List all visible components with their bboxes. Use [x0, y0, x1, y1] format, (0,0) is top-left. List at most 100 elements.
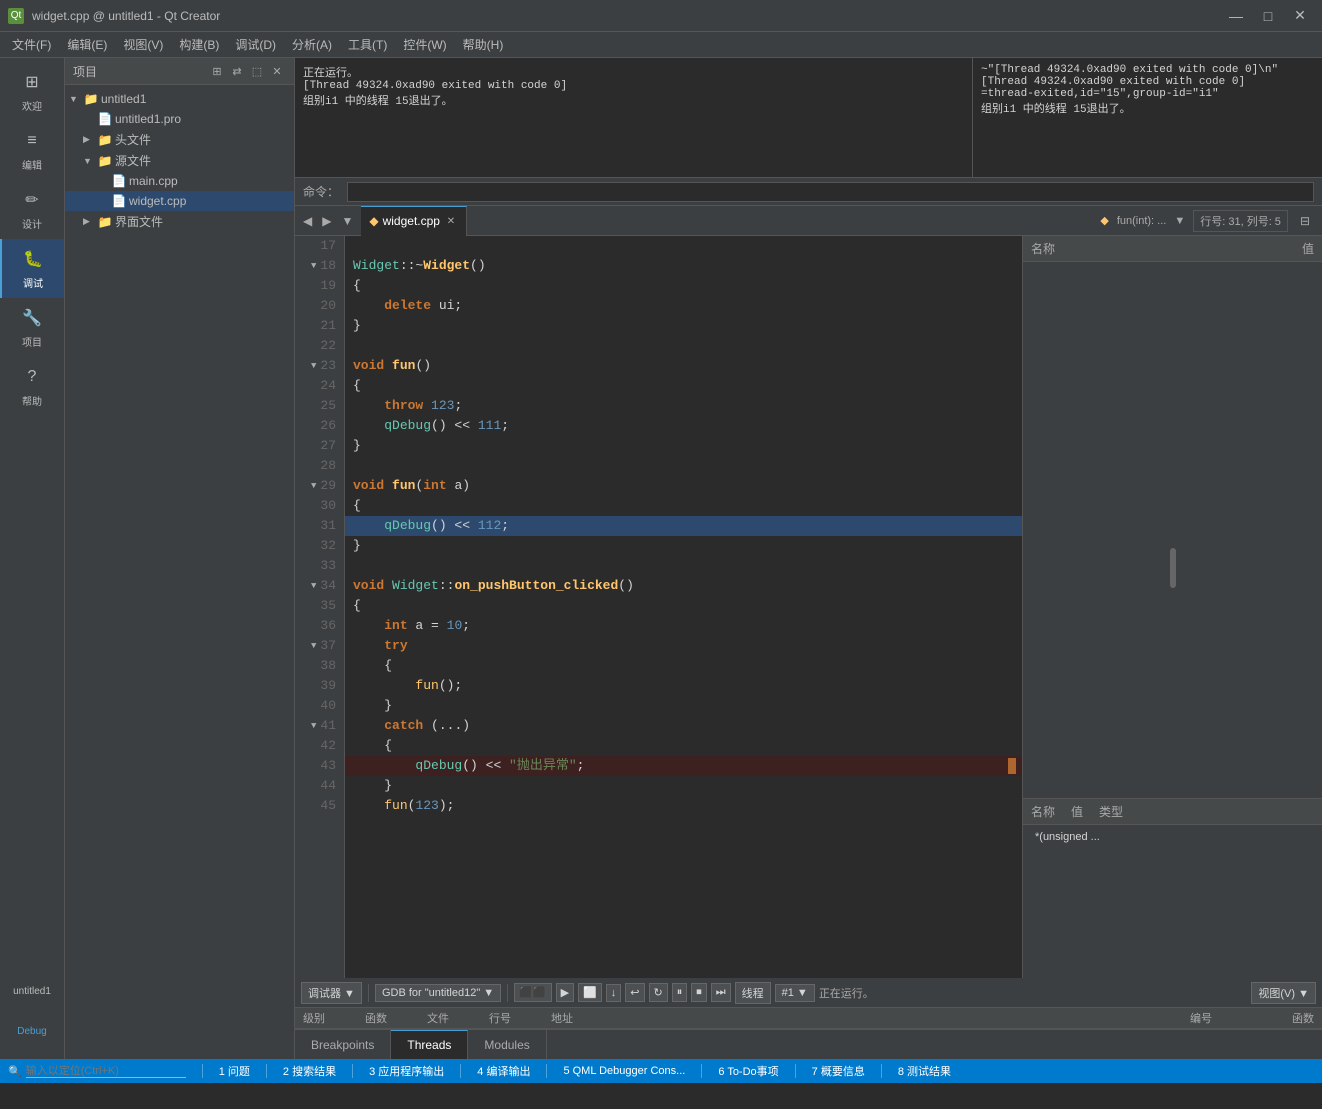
thread-selector[interactable]: #1 ▼: [775, 984, 815, 1002]
panel-filter-btn[interactable]: ⊞: [208, 62, 226, 80]
sidebar-item-welcome[interactable]: ⊞ 欢迎: [0, 62, 64, 121]
sidebar-item-edit[interactable]: ≡ 编辑: [0, 121, 64, 180]
code-line-22: [345, 336, 1022, 356]
breadcrumb-arrow: ▼: [1174, 215, 1185, 227]
debug-toolbar: 调试器 ▼ GDB for "untitled12" ▼ ⬛⬛ ▶ ⬜ ↓ ↩ …: [295, 978, 1322, 1008]
status-test-results[interactable]: 8 测试结果: [898, 1063, 951, 1079]
tree-item-headers[interactable]: ▶ 📁 头文件: [65, 129, 294, 150]
line-num-41: ▼41: [303, 716, 336, 736]
sidebar-item-help[interactable]: ? 帮助: [0, 357, 64, 416]
debugger-selector[interactable]: 调试器 ▼: [301, 982, 362, 1004]
line-num-32: 32: [303, 536, 336, 556]
sidebar-bottom-debug-mode[interactable]: Debug: [0, 1011, 64, 1051]
status-todo[interactable]: 6 To-Do事项: [718, 1063, 778, 1079]
code-editor: 17 ▼18 19 20 21 22 ▼23 24 25 26 27 28 ▼2…: [295, 236, 1022, 978]
tree-item-untitled1[interactable]: ▼ 📁 untitled1: [65, 89, 294, 109]
process-label[interactable]: 线程: [735, 982, 771, 1004]
tab-close-btn[interactable]: ✕: [444, 214, 458, 228]
split-editor-btn[interactable]: ⊟: [1296, 212, 1314, 230]
menu-build[interactable]: 构建(B): [171, 32, 227, 57]
maximize-button[interactable]: □: [1254, 6, 1282, 26]
tree-item-ui[interactable]: ▶ 📁 界面文件: [65, 211, 294, 232]
tab-threads[interactable]: Threads: [391, 1030, 468, 1059]
code-line-37: try: [345, 636, 1022, 656]
stack-col-file: 文件: [427, 1010, 449, 1026]
toolbar-icon-1[interactable]: ⬛⬛: [514, 983, 551, 1002]
status-qml-debugger[interactable]: 5 QML Debugger Cons...: [563, 1065, 685, 1077]
menu-help[interactable]: 帮助(H): [455, 32, 512, 57]
line-num-24: 24: [303, 376, 336, 396]
toolbar-stop[interactable]: ⬜: [578, 983, 602, 1002]
sidebar-bottom-project[interactable]: untitled1: [0, 971, 64, 1011]
tree-item-sources[interactable]: ▼ 📁 源文件: [65, 150, 294, 171]
sidebar-item-projects[interactable]: 🔧 项目: [0, 298, 64, 357]
gdb-selector[interactable]: GDB for "untitled12" ▼: [375, 984, 501, 1002]
tab-prev-btn[interactable]: ◀: [299, 212, 316, 230]
toolbar-restart[interactable]: ⏹: [691, 983, 707, 1002]
stack-col-addr: 地址: [551, 1010, 573, 1026]
panel-collapse-btn[interactable]: ⬚: [248, 62, 266, 80]
close-button[interactable]: ✕: [1286, 6, 1314, 26]
tree-item-pro[interactable]: ▶ 📄 untitled1.pro: [65, 109, 294, 129]
code-content[interactable]: Widget::~Widget() { delete ui; } void fu…: [345, 236, 1022, 978]
tab-label: widget.cpp: [383, 214, 440, 228]
code-line-42: {: [345, 736, 1022, 756]
menu-edit[interactable]: 编辑(E): [59, 32, 115, 57]
tree-arrow-headers: ▶: [83, 134, 95, 145]
title-bar: Qt widget.cpp @ untitled1 - Qt Creator —…: [0, 0, 1322, 32]
sidebar-item-design[interactable]: ✏ 设计: [0, 180, 64, 239]
editor-position: 行号: 31, 列号: 5: [1193, 210, 1288, 232]
menu-controls[interactable]: 控件(W): [395, 32, 454, 57]
tab-widget-cpp[interactable]: ◆ widget.cpp ✕: [361, 206, 467, 236]
toolbar-step-out[interactable]: ↻: [649, 983, 668, 1002]
tab-modules[interactable]: Modules: [468, 1030, 546, 1059]
status-search-results[interactable]: 2 搜索结果: [283, 1063, 336, 1079]
menu-view[interactable]: 视图(V): [115, 32, 171, 57]
sidebar-item-debug[interactable]: 🐛 调试: [0, 239, 64, 298]
menu-analyze[interactable]: 分析(A): [284, 32, 340, 57]
breadcrumb-icon: ◆: [1100, 214, 1108, 227]
panel-close-btn[interactable]: ✕: [268, 62, 286, 80]
tree-label-sources: 源文件: [115, 152, 151, 169]
toolbar-step-into[interactable]: ↓: [606, 984, 622, 1002]
status-search-input[interactable]: [26, 1065, 186, 1078]
status-overview[interactable]: 7 概要信息: [812, 1063, 865, 1079]
bottom-tabs: Breakpoints Threads Modules: [295, 1029, 1322, 1059]
tree-item-main[interactable]: ▶ 📄 main.cpp: [65, 171, 294, 191]
tree-item-widget[interactable]: ▶ 📄 widget.cpp: [65, 191, 294, 211]
right-panel-bottom-content: *(unsigned ...: [1023, 825, 1322, 849]
menu-file[interactable]: 文件(F): [4, 32, 59, 57]
toolbar-pause[interactable]: ⏸: [672, 983, 688, 1002]
output-right-line-4: 组别i1 中的线程 15退出了。: [981, 100, 1314, 116]
line-num-35: 35: [303, 596, 336, 616]
toolbar-icon-2[interactable]: ▶: [556, 983, 574, 1002]
toolbar-continue[interactable]: ⏭: [711, 983, 731, 1002]
menu-tools[interactable]: 工具(T): [340, 32, 395, 57]
tab-breakpoints[interactable]: Breakpoints: [295, 1030, 391, 1059]
code-line-45: fun(123);: [345, 796, 1022, 816]
status-problems[interactable]: 1 问题: [219, 1063, 250, 1079]
tab-dropdown-btn[interactable]: ▼: [337, 212, 357, 230]
code-line-20: delete ui;: [345, 296, 1022, 316]
minimize-button[interactable]: —: [1222, 6, 1250, 26]
output-right: ~"[Thread 49324.0xad90 exited with code …: [972, 58, 1322, 177]
project-panel-title: 项目: [73, 63, 204, 80]
code-line-38: {: [345, 656, 1022, 676]
status-compile-output[interactable]: 4 编译输出: [477, 1063, 530, 1079]
code-line-23: void fun(): [345, 356, 1022, 376]
line-num-36: 36: [303, 616, 336, 636]
scrollbar-thumb-right[interactable]: [1170, 548, 1176, 588]
menu-debug[interactable]: 调试(D): [227, 32, 284, 57]
toolbar-step-over[interactable]: ↩: [625, 983, 644, 1002]
stack-col-num: 编号: [1190, 1010, 1212, 1026]
toolbar-sep-2: [507, 984, 508, 1002]
debug-view-btn[interactable]: 视图(V) ▼: [1251, 982, 1316, 1004]
tab-next-btn[interactable]: ▶: [318, 212, 335, 230]
panel-sync-btn[interactable]: ⇄: [228, 62, 246, 80]
stack-col-level: 级别: [303, 1010, 325, 1026]
status-app-output[interactable]: 3 应用程序输出: [369, 1063, 444, 1079]
code-line-43: qDebug() << "抛出异常";: [345, 756, 1022, 776]
breadcrumb-fun: fun(int): ...: [1117, 215, 1167, 227]
command-input[interactable]: [347, 182, 1314, 202]
line-num-37: ▼37: [303, 636, 336, 656]
